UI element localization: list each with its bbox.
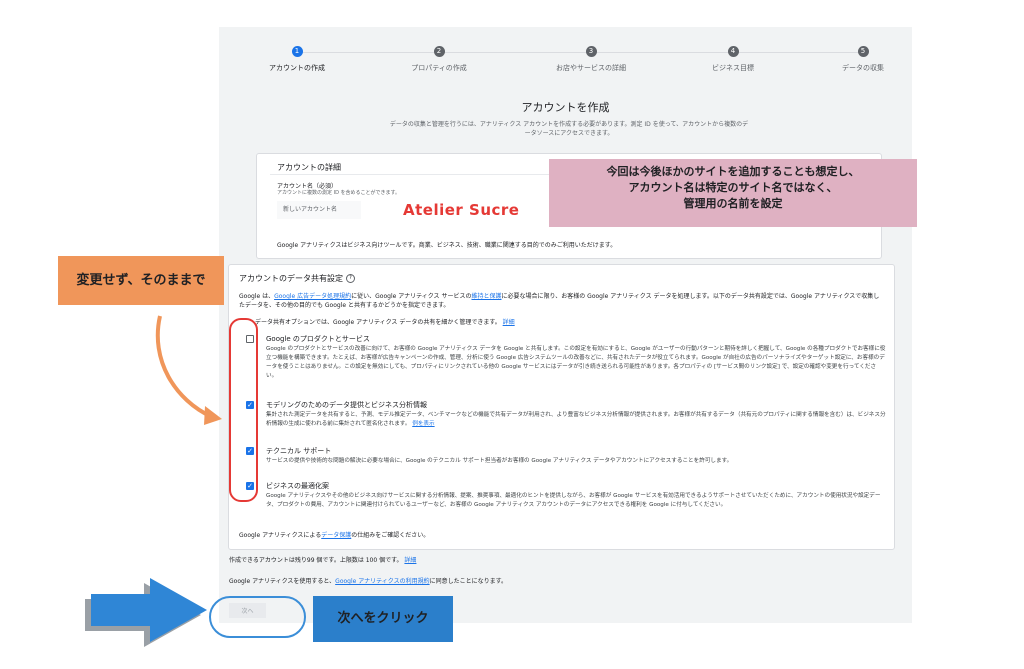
- curved-arrow-shaft: [155, 315, 213, 419]
- curved-arrow-head: [204, 406, 222, 425]
- annotation-arrows: [85, 315, 222, 647]
